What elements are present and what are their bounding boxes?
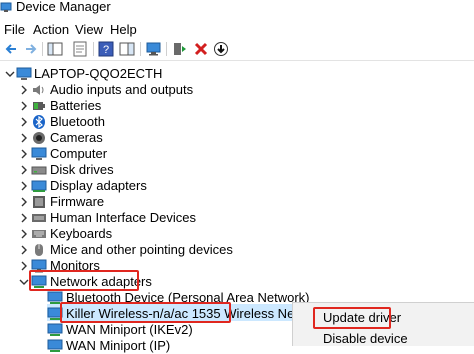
back-arrow-icon[interactable] bbox=[4, 41, 20, 57]
device-manager-icon bbox=[0, 2, 12, 12]
network-adapter-icon bbox=[47, 339, 63, 352]
highlight-box bbox=[29, 270, 139, 291]
chevron-right-icon[interactable] bbox=[18, 98, 30, 114]
tree-node-keyboards[interactable]: Keyboards bbox=[0, 226, 240, 242]
tree-node-bluetooth[interactable]: Bluetooth bbox=[0, 114, 240, 130]
uninstall-device-icon[interactable] bbox=[193, 41, 209, 57]
menu-bar: File Action View Help bbox=[0, 19, 474, 39]
category-label: Disk drives bbox=[50, 162, 114, 177]
chevron-right-icon[interactable] bbox=[18, 226, 30, 242]
svg-text:?: ? bbox=[103, 44, 109, 56]
tree-node-computer[interactable]: Computer bbox=[0, 146, 240, 162]
disk-drive-icon bbox=[31, 166, 47, 175]
keyboard-icon bbox=[32, 230, 46, 238]
computer-icon bbox=[16, 67, 32, 80]
chevron-right-icon[interactable] bbox=[18, 210, 30, 226]
device-label: WAN Miniport (IP) bbox=[66, 338, 171, 353]
chevron-right-icon[interactable] bbox=[18, 114, 30, 130]
firmware-icon bbox=[33, 196, 45, 208]
show-hide-console-tree-icon[interactable] bbox=[47, 41, 63, 57]
display-adapter-icon bbox=[31, 180, 47, 192]
update-driver-icon[interactable] bbox=[172, 41, 188, 57]
tree-node-display-adapters[interactable]: Display adapters bbox=[0, 178, 240, 194]
tree-node-wan-ikev2[interactable]: WAN Miniport (IKEv2) bbox=[0, 322, 300, 338]
highlight-box bbox=[313, 307, 391, 329]
category-label: Cameras bbox=[50, 130, 103, 145]
highlight-box bbox=[60, 302, 231, 323]
menu-file[interactable]: File bbox=[4, 22, 25, 37]
help-icon[interactable]: ? bbox=[98, 41, 114, 57]
menu-help[interactable]: Help bbox=[110, 22, 137, 37]
menu-view[interactable]: View bbox=[75, 22, 103, 37]
chevron-right-icon[interactable] bbox=[18, 146, 30, 162]
speaker-icon bbox=[33, 85, 44, 95]
hid-icon bbox=[32, 214, 46, 222]
tree-node-audio[interactable]: Audio inputs and outputs bbox=[0, 82, 240, 98]
properties-icon[interactable] bbox=[72, 41, 88, 57]
chevron-right-icon[interactable] bbox=[18, 162, 30, 178]
category-label: Firmware bbox=[50, 194, 105, 209]
tree-node-batteries[interactable]: Batteries bbox=[0, 98, 240, 114]
bluetooth-icon bbox=[33, 115, 45, 129]
tree-node-mice[interactable]: Mice and other pointing devices bbox=[0, 242, 240, 258]
category-label: Display adapters bbox=[50, 178, 147, 193]
tree-node-cameras[interactable]: Cameras bbox=[0, 130, 240, 146]
category-label: Human Interface Devices bbox=[50, 210, 196, 225]
download-icon[interactable] bbox=[213, 41, 229, 57]
action-pane-icon[interactable] bbox=[119, 41, 135, 57]
title-bar: Device Manager bbox=[0, 0, 474, 16]
category-label: Computer bbox=[50, 146, 108, 161]
tree-node-hid[interactable]: Human Interface Devices bbox=[0, 210, 240, 226]
category-label: Audio inputs and outputs bbox=[50, 82, 194, 97]
category-label: Keyboards bbox=[50, 226, 113, 241]
tree-root-node[interactable]: LAPTOP-QQO2ECTH bbox=[0, 66, 200, 82]
tree-node-firmware[interactable]: Firmware bbox=[0, 194, 240, 210]
chevron-right-icon[interactable] bbox=[18, 194, 30, 210]
toolbar-separator bbox=[42, 42, 43, 56]
network-adapter-icon bbox=[47, 323, 63, 336]
disable-device-menu-item[interactable]: Disable device bbox=[323, 332, 408, 346]
tree-node-wan-ip[interactable]: WAN Miniport (IP) bbox=[0, 338, 300, 354]
mouse-icon bbox=[35, 244, 43, 256]
category-label: Bluetooth bbox=[50, 114, 105, 129]
chevron-right-icon[interactable] bbox=[18, 130, 30, 146]
device-label: WAN Miniport (IKEv2) bbox=[66, 322, 193, 337]
toolbar: ? bbox=[0, 38, 474, 61]
computer-name: LAPTOP-QQO2ECTH bbox=[34, 66, 163, 81]
toolbar-separator bbox=[140, 42, 141, 56]
category-label: Batteries bbox=[50, 98, 102, 113]
battery-icon bbox=[33, 102, 45, 110]
toolbar-separator bbox=[166, 42, 167, 56]
window-title: Device Manager bbox=[16, 0, 111, 14]
chevron-right-icon[interactable] bbox=[18, 178, 30, 194]
camera-icon bbox=[33, 132, 45, 144]
category-label: Mice and other pointing devices bbox=[50, 242, 233, 257]
chevron-right-icon[interactable] bbox=[18, 242, 30, 258]
tree-node-disk-drives[interactable]: Disk drives bbox=[0, 162, 240, 178]
toolbar-separator bbox=[93, 42, 94, 56]
chevron-right-icon[interactable] bbox=[18, 82, 30, 98]
scan-hardware-icon[interactable] bbox=[146, 41, 162, 57]
chevron-down-icon[interactable] bbox=[4, 66, 16, 82]
computer-icon bbox=[31, 147, 47, 160]
forward-arrow-icon[interactable] bbox=[22, 41, 38, 57]
menu-action[interactable]: Action bbox=[33, 22, 69, 37]
